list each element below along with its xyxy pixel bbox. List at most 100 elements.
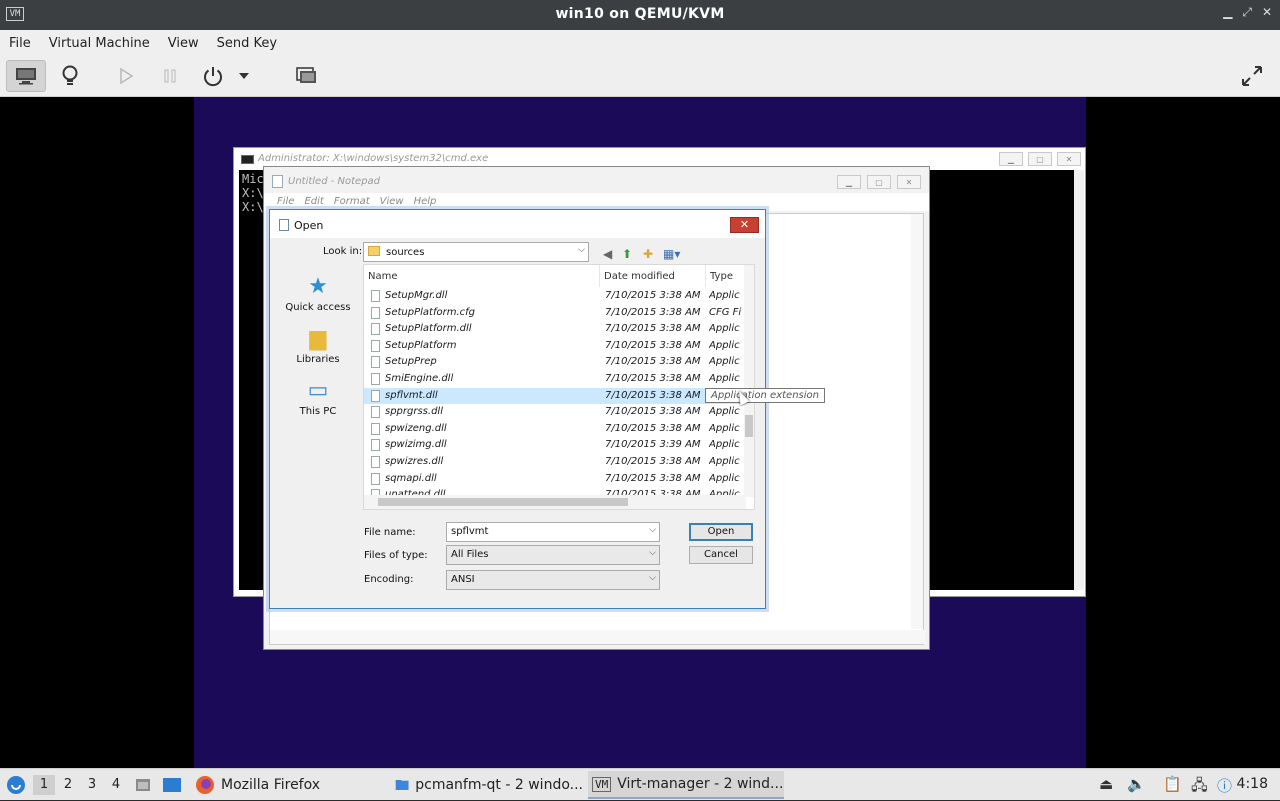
file-name: SetupMgr.dll	[385, 290, 448, 301]
workspace-4[interactable]: 4	[105, 775, 127, 795]
places-bar: ★ Quick access ▆ Libraries ▭ This PC	[276, 262, 360, 512]
snapshots-button[interactable]	[286, 60, 326, 92]
file-date: 7/10/2015 3:38 AM	[605, 356, 701, 368]
back-icon[interactable]: ◀	[603, 247, 612, 261]
eject-icon[interactable]: ⏏	[1099, 775, 1113, 793]
file-icon	[371, 339, 380, 352]
task-virt-manager[interactable]: VM Virt-manager - 2 wind...	[588, 771, 784, 799]
file-row[interactable]: SetupPlatform.dll 7/10/2015 3:38 AM Applic	[364, 321, 746, 338]
cmd-close-button[interactable]: ✕	[1057, 152, 1081, 166]
open-button[interactable]: Open	[689, 523, 753, 541]
file-type: Applic	[709, 356, 740, 368]
file-name-input[interactable]: spflvmt ⌵	[446, 522, 660, 542]
menu-send-key[interactable]: Send Key	[217, 36, 277, 51]
minimize-button[interactable]: ▁	[1223, 5, 1232, 20]
file-type: CFG Fi	[709, 306, 742, 318]
scroll-thumb[interactable]	[745, 415, 753, 437]
file-row[interactable]: spwizeng.dll 7/10/2015 3:38 AM Applic	[364, 421, 746, 438]
cmd-scrollbar[interactable]	[1074, 170, 1084, 590]
menu-file[interactable]: File	[9, 36, 31, 51]
workspace-2[interactable]: 2	[57, 775, 79, 795]
dialog-icon	[279, 219, 289, 231]
menu-virtual-machine[interactable]: Virtual Machine	[49, 36, 150, 51]
encoding-label: Encoding:	[364, 574, 414, 585]
dialog-close-button[interactable]: ✕	[730, 217, 759, 233]
cancel-button[interactable]: Cancel	[689, 546, 753, 564]
scroll-thumb[interactable]	[378, 498, 628, 506]
file-type: Applic	[709, 472, 740, 484]
place-libraries[interactable]: ▆ Libraries	[276, 328, 360, 366]
menu-view[interactable]: View	[168, 36, 199, 51]
up-folder-icon[interactable]: ⬆	[622, 247, 632, 261]
workspace-3[interactable]: 3	[81, 775, 103, 795]
notepad-maximize-button[interactable]: ▢	[867, 175, 891, 189]
quicklaunch-files[interactable]	[134, 769, 152, 801]
task-pcmanfm[interactable]: pcmanfm-qt - 2 windo...	[391, 771, 583, 799]
start-menu-button[interactable]	[6, 769, 26, 801]
shutdown-menu-button[interactable]	[232, 60, 256, 92]
file-row[interactable]: spwizres.dll 7/10/2015 3:38 AM Applic	[364, 454, 746, 471]
fullscreen-icon	[1242, 66, 1262, 86]
column-header-date[interactable]: Date modified	[600, 265, 706, 287]
file-row[interactable]: sqmapi.dll 7/10/2015 3:38 AM Applic	[364, 471, 746, 488]
column-header-type[interactable]: Type	[706, 265, 746, 287]
place-quick-access[interactable]: ★ Quick access	[276, 276, 360, 314]
dialog-title: Open	[294, 219, 324, 232]
encoding-select[interactable]: ANSI ⌵	[446, 570, 660, 590]
cmd-maximize-button[interactable]: ▢	[1028, 152, 1052, 166]
file-date: 7/10/2015 3:38 AM	[605, 323, 701, 335]
file-icon	[371, 290, 380, 302]
open-dialog-titlebar: Open ✕	[270, 210, 765, 238]
update-notifier-icon[interactable]: ⓘ	[1217, 775, 1232, 796]
vm-display[interactable]: Administrator: X:\windows\system32\cmd.e…	[0, 97, 1280, 768]
notepad-close-button[interactable]: ✕	[897, 175, 921, 189]
file-type: Applic	[709, 439, 740, 451]
clock[interactable]: 4:18	[1237, 776, 1268, 792]
view-menu-icon[interactable]: ▦▾	[663, 247, 680, 261]
close-button[interactable]: ✕	[1262, 5, 1272, 20]
task-firefox[interactable]: Mozilla Firefox	[191, 771, 381, 799]
console-view-button[interactable]	[6, 60, 46, 92]
column-header-name[interactable]: Name	[364, 265, 600, 287]
file-row[interactable]: spflvmt.dll7/10/2015 3:38 AMApplic	[364, 387, 746, 405]
file-list-vscrollbar[interactable]	[744, 265, 754, 497]
file-row[interactable]: spwizimg.dll 7/10/2015 3:39 AM Applic	[364, 437, 746, 454]
maximize-button[interactable]: ⤢	[1242, 5, 1252, 20]
file-date: 7/10/2015 3:38 AM	[605, 472, 701, 484]
notepad-minimize-button[interactable]: ▁	[837, 175, 861, 189]
file-type: Applic	[709, 456, 740, 467]
file-row[interactable]: SetupPlatform 7/10/2015 3:38 AM Applic	[364, 338, 746, 355]
clipboard-icon[interactable]: 📋	[1163, 775, 1182, 793]
window-titlebar: VM win10 on QEMU/KVM ▁ ⤢ ✕	[0, 0, 1280, 30]
files-of-type-select[interactable]: All Files ⌵	[446, 545, 660, 565]
fullscreen-button[interactable]	[1232, 60, 1272, 92]
look-in-combo[interactable]: sources ⌵	[363, 242, 589, 262]
file-type: Applic	[709, 339, 740, 351]
shutdown-button[interactable]	[193, 60, 233, 92]
run-button[interactable]	[106, 60, 146, 92]
file-row[interactable]: spprgrss.dll 7/10/2015 3:38 AM Applic	[364, 404, 746, 421]
pause-button[interactable]	[150, 60, 190, 92]
workspace-1[interactable]: 1	[33, 775, 55, 795]
file-list[interactable]: Name Date modified Type SetupMgr.dll 7/10…	[363, 264, 755, 510]
details-view-button[interactable]	[50, 60, 90, 92]
power-icon	[204, 67, 222, 87]
notepad-vscrollbar[interactable]	[911, 214, 923, 629]
window-title: win10 on QEMU/KVM	[555, 6, 725, 22]
cmd-icon	[241, 155, 254, 164]
quicklaunch-desktop[interactable]	[162, 769, 182, 801]
file-list-hscrollbar[interactable]	[364, 495, 746, 509]
volume-icon[interactable]: 🔈	[1127, 775, 1146, 793]
cmd-minimize-button[interactable]: ▁	[999, 152, 1023, 166]
network-icon[interactable]: 🖧	[1191, 775, 1208, 800]
chevron-down-icon: ⌵	[649, 525, 656, 535]
place-this-pc[interactable]: ▭ This PC	[276, 380, 360, 418]
file-row[interactable]: SetupMgr.dll 7/10/2015 3:38 AM Applic	[364, 288, 746, 305]
chevron-down-icon: ⌵	[649, 548, 656, 558]
file-row[interactable]: SetupPlatform.cfg 7/10/2015 3:38 AM CFG Fi	[364, 305, 746, 322]
file-row[interactable]: SmiEngine.dll 7/10/2015 3:38 AM Applic	[364, 371, 746, 388]
new-folder-icon[interactable]: ✚	[643, 247, 653, 261]
notepad-hscrollbar[interactable]	[270, 630, 925, 644]
file-date: 7/10/2015 3:38 AM	[605, 422, 701, 434]
file-row[interactable]: SetupPrep 7/10/2015 3:38 AM Applic	[364, 354, 746, 371]
